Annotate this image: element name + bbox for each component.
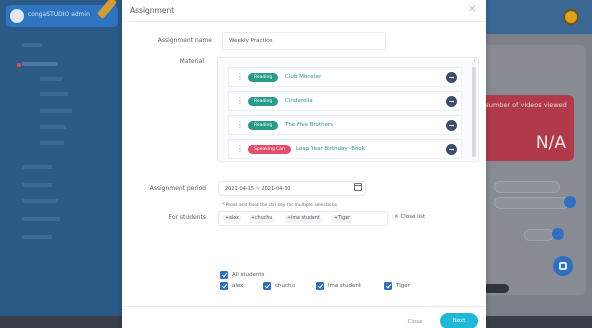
material-label: Material [179,58,204,65]
stat-card: Number of videos viewed N/A [478,95,574,161]
sidebar-subitem-3[interactable] [40,109,72,113]
material-type-badge: Reading [248,73,279,82]
material-title: Leap Year Birthday -Book [296,146,365,152]
student-label: chuchu [275,283,295,289]
brand-logo-icon [10,9,24,23]
sidebar-item-5[interactable] [22,199,58,203]
all-students-checkbox[interactable] [220,271,228,279]
background-badge-dot [564,196,576,208]
material-list[interactable]: ⋮ Reading Club Monster ⋮ Reading Cindere… [217,57,479,162]
material-item[interactable]: ⋮ Speaking Can Leap Year Birthday -Book [228,139,462,159]
stat-label: Number of videos viewed [484,101,567,109]
assignment-name-input[interactable]: Weekly Practice [222,32,386,50]
material-item[interactable]: ⋮ Reading Cinderella [228,91,462,111]
selected-student-tag[interactable]: +alex [223,215,242,223]
drag-handle-icon[interactable]: ⋮ [236,95,244,107]
brand-text: congaSTUDIO admin [28,11,90,18]
close-list-icon: ✕ [394,214,399,220]
student-label: alex [232,283,244,289]
calendar-icon[interactable] [354,183,362,191]
close-list-button[interactable]: ✕ Close list [394,214,425,220]
sidebar-subitem-5[interactable] [40,141,64,145]
background-button-1[interactable] [494,181,560,193]
assignment-period-input[interactable]: 2021-04-15 ~ 2021-04-30 [218,181,366,196]
sidebar-subitem-2[interactable] [40,92,68,96]
sidebar-item-1[interactable] [22,43,42,47]
student-checkbox-alex[interactable] [220,282,228,290]
background-button-3[interactable] [524,229,554,241]
close-button[interactable]: Close [398,315,432,328]
sidebar-subitem-1[interactable] [40,77,62,81]
student-checkbox-tiger[interactable] [384,282,392,290]
selected-student-tag[interactable]: +lma student [285,215,322,223]
sidebar-item-3[interactable] [22,165,52,169]
sidebar-item-4[interactable] [22,183,52,187]
selection-hint: * Press and hold the ctrl key for multip… [222,203,338,208]
background-button-2[interactable] [494,197,570,209]
all-students-label: All students [232,272,265,278]
remove-material-button[interactable] [446,144,457,155]
modal-title: Assignment [130,6,175,15]
remove-material-button[interactable] [446,120,457,131]
selected-student-tag[interactable]: +chuchu [249,215,275,223]
assignment-modal: Assignment ✕ Assignment name Weekly Prac… [122,0,486,328]
background-pill-light[interactable] [512,285,562,293]
material-type-badge: Reading [248,97,279,106]
remove-material-button[interactable] [446,72,457,83]
scrollbar-thumb[interactable] [472,67,476,157]
sidebar-item-6[interactable] [22,217,60,221]
edit-icon [559,262,567,270]
material-item[interactable]: ⋮ Reading Club Monster [228,67,462,87]
material-type-badge: Speaking Can [248,145,291,154]
assignment-period-label: Assignment period [149,185,206,192]
next-button[interactable]: Next [440,313,478,328]
floating-action-button[interactable] [553,256,573,276]
student-checkbox-lma-student[interactable] [316,282,324,290]
student-checkbox-chuchu[interactable] [263,282,271,290]
sidebar-item-2[interactable] [22,62,58,66]
active-indicator-dot [17,63,21,67]
user-avatar[interactable] [563,9,579,25]
material-type-badge: Reading [248,121,279,130]
close-icon[interactable]: ✕ [468,4,476,15]
for-students-label: For students [168,214,206,221]
stat-value: N/A [535,133,566,153]
material-title: The Five Brothers [285,122,334,128]
background-add-dot[interactable] [552,228,564,240]
scrollbar[interactable] [472,61,476,160]
students-select[interactable]: +alex +chuchu +lma student +Tiger [218,211,388,226]
material-item[interactable]: ⋮ Reading The Five Brothers [228,115,462,135]
sidebar: congaSTUDIO admin [0,0,122,328]
drag-handle-icon[interactable]: ⋮ [236,143,244,155]
student-label: lma student [328,283,362,289]
remove-material-button[interactable] [446,96,457,107]
modal-header: Assignment ✕ [122,0,486,22]
sidebar-item-7[interactable] [22,235,52,239]
material-title: Club Monster [285,74,322,80]
sidebar-subitem-4[interactable] [40,125,66,129]
selected-student-tag[interactable]: +Tiger [332,215,353,223]
close-list-label: Close list [400,214,426,220]
background-pill-dark[interactable] [483,284,509,293]
assignment-name-label: Assignment name [157,37,212,44]
hint-text: Press and hold the ctrl key for multiple… [225,203,339,208]
drag-handle-icon[interactable]: ⋮ [236,119,244,131]
material-title: Cinderella [285,98,313,104]
student-label: Tiger [396,283,410,289]
drag-handle-icon[interactable]: ⋮ [236,71,244,83]
